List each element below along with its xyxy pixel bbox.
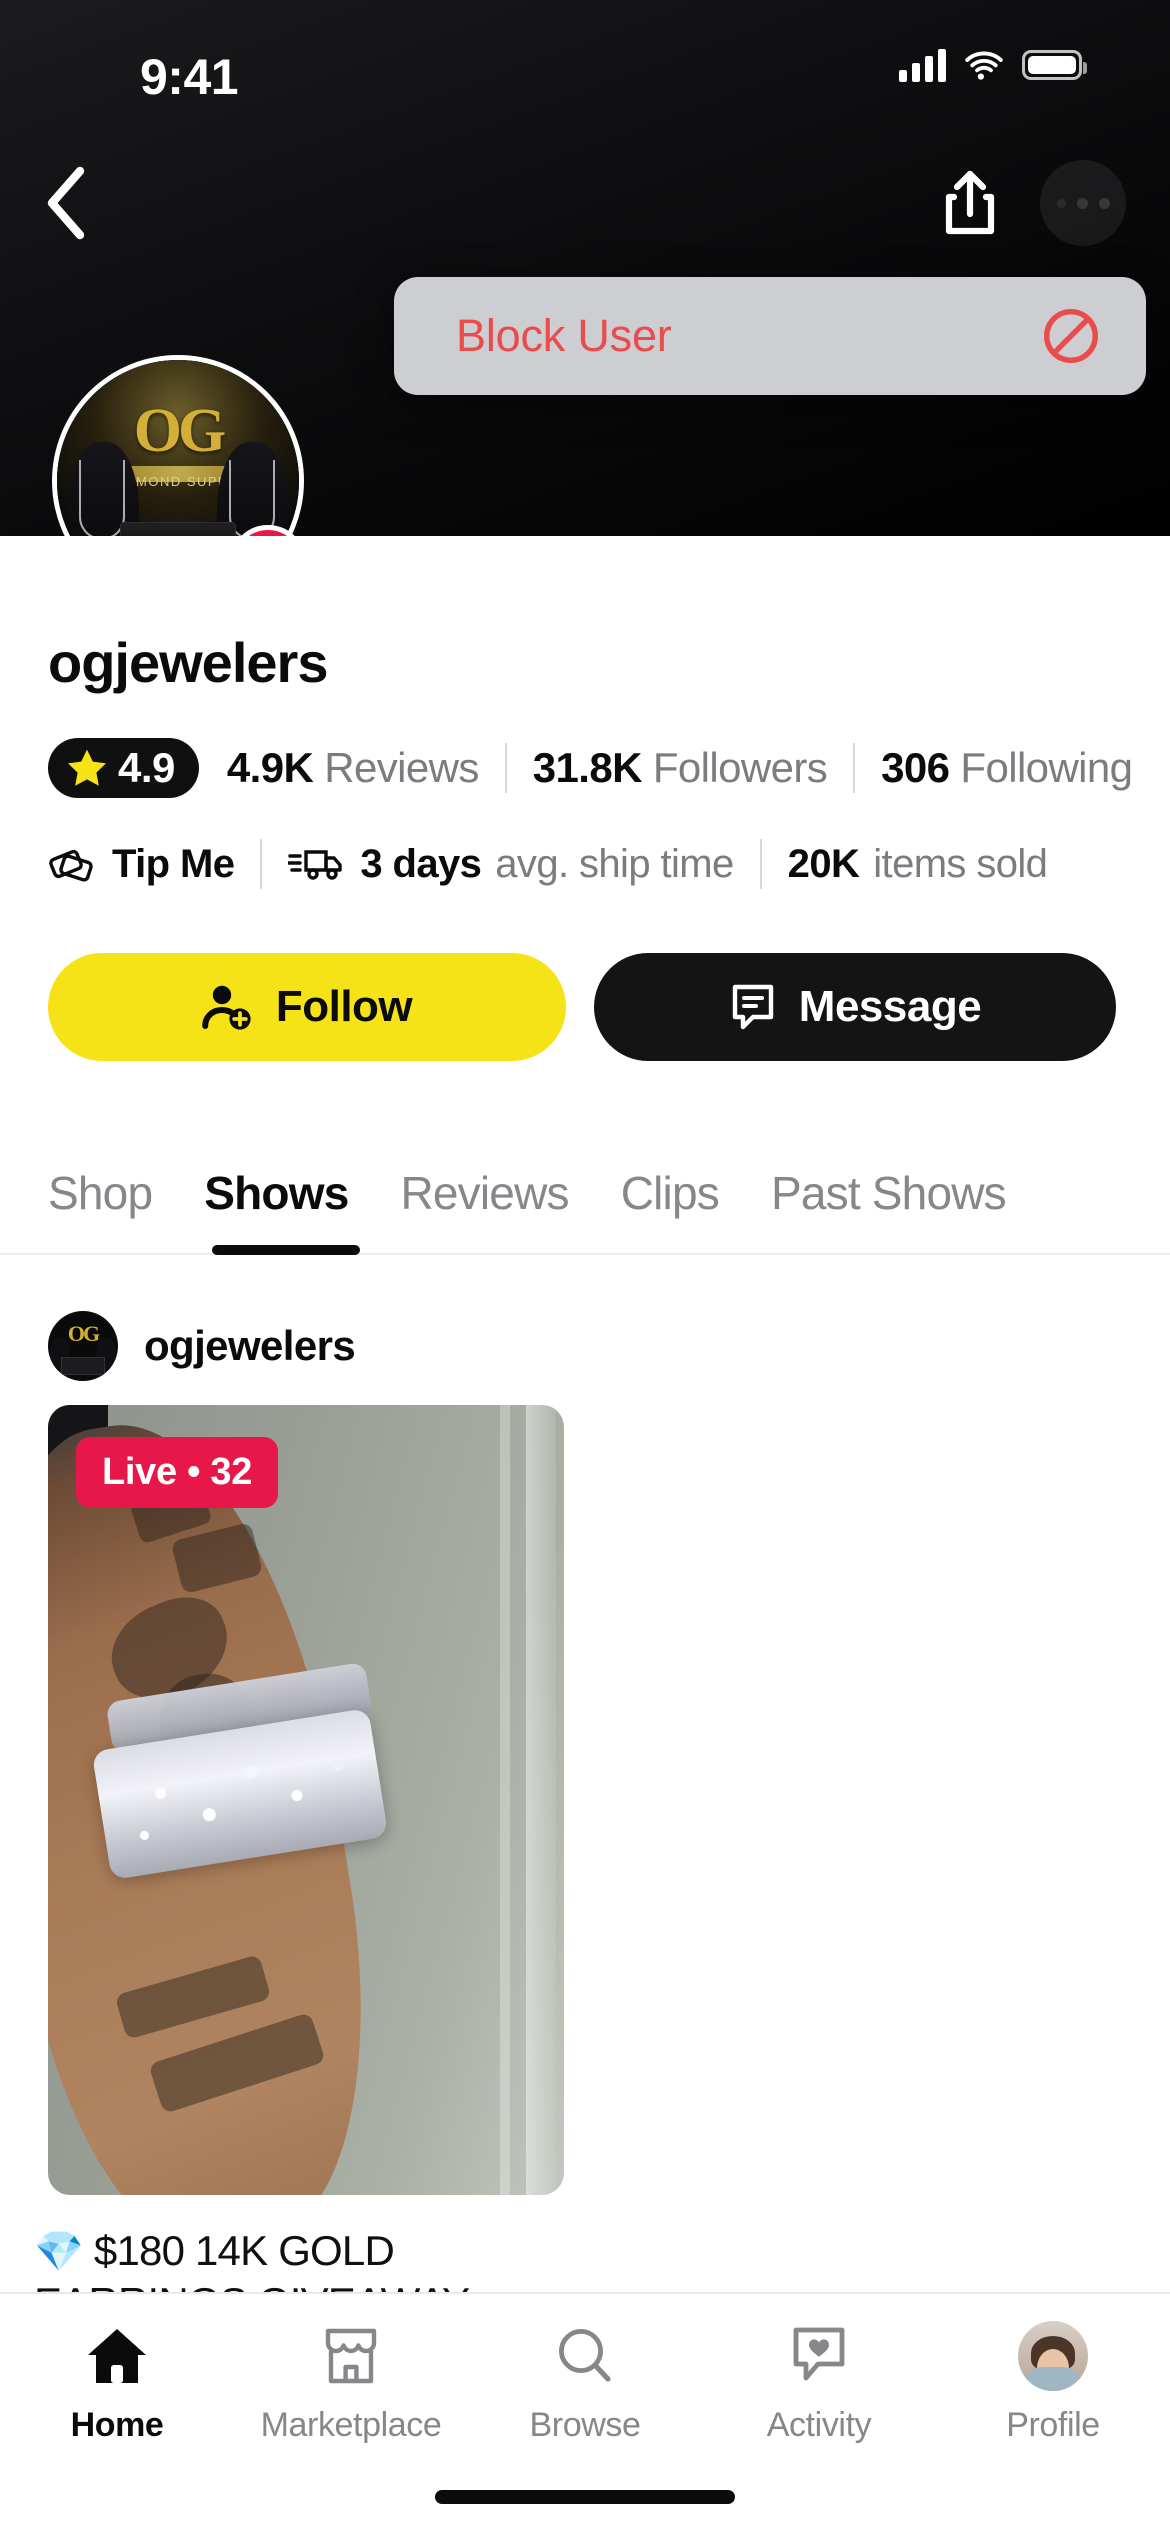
star-icon — [68, 749, 106, 786]
seller-avatar: OG — [48, 1311, 118, 1381]
more-options-icon — [1056, 198, 1066, 208]
block-user-menu-item-label[interactable]: Block User — [456, 310, 672, 362]
tip-me-label: Tip Me — [112, 841, 235, 886]
tab-shows[interactable]: Shows — [178, 1166, 374, 1220]
home-indicator — [435, 2490, 735, 2504]
nav-label-marketplace: Marketplace — [260, 2406, 442, 2444]
tip-me-item[interactable]: Tip Me — [48, 841, 235, 887]
stat-reviews[interactable]: 4.9K Reviews — [227, 744, 479, 792]
wifi-icon — [965, 51, 1003, 80]
stat-following[interactable]: 306 Following — [881, 744, 1133, 792]
profile-header-dark: 9:41 Block User OG DIAMOND SUPPLY — [0, 0, 1170, 607]
nav-item-activity[interactable]: Activity — [702, 2320, 936, 2445]
block-user-icon — [1044, 309, 1098, 363]
status-bar: 9:41 — [0, 0, 1170, 130]
back-button[interactable] — [22, 158, 112, 248]
home-icon — [88, 2329, 146, 2383]
follow-button-label: Follow — [275, 982, 413, 1031]
meta-row: Tip Me 3 days avg. ship time 20K items s… — [48, 835, 1170, 893]
more-options-button[interactable] — [1040, 160, 1126, 246]
stats-row: 4.9 4.9K Reviews 31.8K Followers 306 Fol… — [48, 737, 1170, 799]
nav-item-browse[interactable]: Browse — [468, 2320, 702, 2445]
status-bar-indicators — [899, 48, 1087, 82]
show-card-header[interactable]: OG ogjewelers — [48, 1311, 1170, 1381]
nav-label-home: Home — [70, 2406, 164, 2444]
message-bubble-icon — [732, 984, 773, 1030]
profile-avatar-icon — [1018, 2321, 1088, 2391]
share-icon — [945, 170, 995, 235]
context-menu: Block User — [394, 277, 1146, 395]
rating-badge[interactable]: 4.9 — [48, 738, 199, 798]
page-title: ogjewelers — [48, 631, 328, 694]
seller-name: ogjewelers — [144, 1322, 356, 1369]
tip-money-icon — [49, 849, 93, 882]
nav-item-home[interactable]: Home — [0, 2320, 234, 2445]
divider — [504, 743, 507, 793]
battery-icon — [1022, 50, 1087, 80]
tab-reviews[interactable]: Reviews — [374, 1166, 594, 1220]
divider — [853, 743, 856, 793]
live-show-thumbnail[interactable]: Live • 32 — [48, 1405, 564, 2195]
profile-body: ogjewelers 4.9 4.9K Reviews 31.8K Follow… — [0, 536, 1170, 2329]
avatar-brand-text: OG — [133, 397, 226, 466]
search-icon — [558, 2328, 611, 2382]
stat-followers[interactable]: 31.8K Followers — [533, 744, 828, 792]
follow-button[interactable]: Follow — [48, 953, 566, 1061]
storefront-icon — [325, 2328, 377, 2384]
nav-label-activity: Activity — [766, 2406, 872, 2444]
ship-time-item: 3 days avg. ship time — [288, 842, 734, 887]
active-tab-underline — [212, 1245, 360, 1255]
live-viewer-badge: Live • 32 — [76, 1437, 279, 1508]
nav-label-browse: Browse — [529, 2406, 641, 2444]
heart-bubble-icon — [793, 2327, 845, 2381]
items-sold-item: 20K items sold — [787, 841, 1048, 886]
nav-label-profile: Profile — [1006, 2406, 1100, 2444]
nav-item-profile[interactable]: Profile — [936, 2320, 1170, 2445]
nav-item-marketplace[interactable]: Marketplace — [234, 2320, 468, 2445]
share-button[interactable] — [925, 158, 1015, 248]
rating-value: 4.9 — [118, 744, 175, 791]
tab-shop[interactable]: Shop — [48, 1166, 178, 1220]
diamond-emoji: 💎 — [34, 2230, 84, 2274]
tab-past-shows[interactable]: Past Shows — [745, 1166, 1032, 1220]
signal-bars-icon — [899, 48, 946, 82]
message-button[interactable]: Message — [594, 953, 1116, 1061]
chevron-left-icon — [47, 166, 85, 240]
bottom-navigation: Home Marketplace Browse Activity Profile — [0, 2292, 1170, 2532]
shipping-truck-icon — [288, 850, 343, 880]
divider — [759, 839, 762, 889]
profile-tabs: Shop Shows Reviews Clips Past Shows — [0, 1137, 1170, 1255]
message-button-label: Message — [798, 982, 982, 1031]
tab-clips[interactable]: Clips — [595, 1166, 745, 1220]
action-buttons: Follow Message — [48, 953, 1170, 1061]
divider — [260, 839, 263, 889]
status-bar-time: 9:41 — [140, 49, 239, 105]
person-add-icon — [202, 985, 251, 1030]
